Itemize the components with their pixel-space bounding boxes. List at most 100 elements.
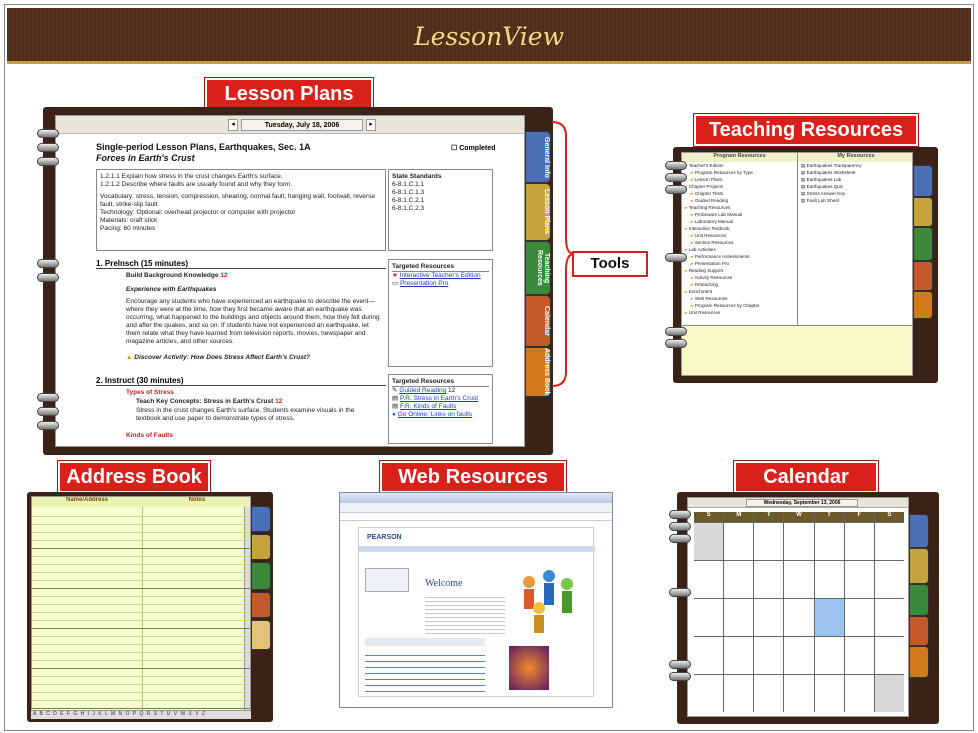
address-row[interactable] — [32, 653, 250, 661]
tab-calendar[interactable] — [251, 592, 271, 618]
address-row[interactable] — [32, 525, 250, 533]
address-row[interactable] — [32, 557, 250, 565]
tab-general-info[interactable] — [913, 165, 933, 197]
calendar-day-cell[interactable] — [754, 637, 784, 674]
news-links[interactable] — [365, 650, 485, 694]
targeted2-item-2[interactable]: ▤ P.R. Stress in Earth's Crust — [392, 395, 489, 403]
program-resource-item[interactable]: ▰ Web Resources — [682, 295, 797, 302]
my-resource-item[interactable]: ▤ Earthquakes Worksheet — [798, 169, 912, 176]
program-resource-item[interactable]: ▰ Guided Reading — [682, 197, 797, 204]
my-resource-item[interactable]: ▤ Stress Answer Key — [798, 190, 912, 197]
tab-lesson-plans[interactable]: Lesson Plans — [525, 183, 551, 241]
discover-activity[interactable]: ▲ Discover Activity: How Does Stress Aff… — [126, 354, 310, 362]
address-row[interactable] — [32, 677, 250, 685]
address-row[interactable] — [32, 693, 250, 701]
tab-address-book[interactable]: Address Book — [525, 347, 551, 397]
address-row[interactable] — [32, 645, 250, 653]
program-resource-item[interactable]: ▰ Reading Support — [682, 267, 797, 274]
my-resource-item[interactable]: ▤ Fault Lab Sheet — [798, 197, 912, 204]
my-resource-item[interactable]: ▤ Earthquakes Transparency — [798, 162, 912, 169]
calendar-day-cell[interactable] — [694, 561, 724, 598]
program-resource-item[interactable]: ▰ Laboratory Manual — [682, 218, 797, 225]
tab-address-book[interactable] — [251, 620, 271, 650]
address-row[interactable] — [32, 597, 250, 605]
program-resource-item[interactable]: ▰ Activity Resources — [682, 274, 797, 281]
tab-general-info[interactable] — [909, 514, 929, 548]
calendar-day-cell[interactable] — [844, 637, 874, 674]
calendar-day-cell[interactable] — [814, 675, 844, 712]
address-row[interactable] — [32, 533, 250, 541]
program-resource-item[interactable]: ▰ Chapter Tests — [682, 190, 797, 197]
tab-teaching-resources[interactable]: Teaching Resources — [525, 241, 551, 295]
program-resource-item[interactable]: ▰ Lab Activities — [682, 246, 797, 253]
address-row[interactable] — [32, 565, 250, 573]
program-resource-item[interactable]: ▰ Unit Resources — [682, 232, 797, 239]
calendar-day-cell[interactable] — [784, 561, 814, 598]
address-row[interactable] — [32, 661, 250, 669]
address-row[interactable] — [32, 701, 250, 709]
address-row[interactable] — [32, 509, 250, 517]
address-row[interactable] — [32, 581, 250, 589]
program-resource-item[interactable]: ▰ Teaching Resources — [682, 204, 797, 211]
completed-checkbox[interactable]: ☐ Completed — [451, 144, 495, 152]
targeted1-item-1[interactable]: ★ Interactive Teacher's Edition — [392, 272, 489, 280]
calendar-day-cell[interactable] — [724, 599, 754, 636]
program-resource-item[interactable]: ▰ Probeware Lab Manual — [682, 211, 797, 218]
program-resource-item[interactable]: ▰ Section Resources — [682, 239, 797, 246]
my-resource-item[interactable]: ▤ Earthquakes Quiz — [798, 183, 912, 190]
alphabet-index[interactable]: A B C D E F G H I J K L M N O P Q R S T … — [31, 711, 251, 719]
web-tabs[interactable] — [365, 638, 485, 646]
program-resource-item[interactable]: ▰ Reteaching — [682, 281, 797, 288]
calendar-day-cell[interactable] — [784, 675, 814, 712]
calendar-day-cell[interactable] — [844, 675, 874, 712]
targeted2-item-4[interactable]: ● Go Online: Links on faults — [392, 411, 489, 419]
tab-address-book[interactable] — [913, 291, 933, 319]
calendar-day-cell[interactable] — [874, 561, 904, 598]
tab-calendar[interactable] — [913, 261, 933, 291]
browser-address-bar[interactable] — [340, 513, 612, 521]
calendar-day-cell[interactable] — [844, 523, 874, 560]
program-resource-item[interactable]: ▰ Presentation Pro — [682, 260, 797, 267]
address-row[interactable] — [32, 637, 250, 645]
prev-day-button[interactable]: ◂ — [228, 119, 238, 131]
program-resource-item[interactable]: ▰ Unit Resources — [682, 309, 797, 316]
tab-calendar[interactable]: Calendar — [525, 295, 551, 347]
program-resource-item[interactable]: ▰ Program Resources by Type — [682, 169, 797, 176]
tab-teaching-resources[interactable] — [909, 584, 929, 616]
tab-lesson-plans[interactable] — [909, 548, 929, 584]
next-day-button[interactable]: ▸ — [366, 119, 376, 131]
targeted1-item-2[interactable]: ▭ Presentation Pro — [392, 280, 489, 288]
tab-lesson-plans[interactable] — [251, 534, 271, 560]
calendar-day-cell[interactable] — [694, 637, 724, 674]
calendar-day-cell[interactable] — [814, 599, 844, 636]
calendar-day-cell[interactable] — [754, 599, 784, 636]
address-row[interactable] — [32, 573, 250, 581]
tab-general-info[interactable]: General Info — [525, 131, 551, 183]
tab-lesson-plans[interactable] — [913, 197, 933, 227]
address-row[interactable] — [32, 669, 250, 677]
calendar-day-cell[interactable] — [784, 599, 814, 636]
address-row[interactable] — [32, 541, 250, 549]
calendar-day-cell[interactable] — [874, 599, 904, 636]
calendar-day-cell[interactable] — [874, 523, 904, 560]
calendar-day-cell[interactable] — [694, 675, 724, 712]
address-row[interactable] — [32, 613, 250, 621]
tab-teaching-resources[interactable] — [913, 227, 933, 261]
program-resource-item[interactable]: ▰ Chapter Projects — [682, 183, 797, 190]
tab-teaching-resources[interactable] — [251, 562, 271, 590]
login-box[interactable] — [365, 568, 409, 592]
calendar-day-cell[interactable] — [844, 599, 874, 636]
calendar-day-cell[interactable] — [724, 637, 754, 674]
calendar-day-cell[interactable] — [754, 675, 784, 712]
program-resource-item[interactable]: ▰ Lesson Plans — [682, 176, 797, 183]
address-row[interactable] — [32, 589, 250, 597]
browser-toolbar[interactable] — [340, 503, 612, 513]
address-row[interactable] — [32, 685, 250, 693]
calendar-day-cell[interactable] — [754, 561, 784, 598]
program-resource-item[interactable]: ▰ Teacher's Edition — [682, 162, 797, 169]
tab-calendar[interactable] — [909, 616, 929, 646]
address-row[interactable] — [32, 629, 250, 637]
notes-pane[interactable] — [682, 325, 912, 375]
calendar-day-cell[interactable] — [694, 599, 724, 636]
calendar-day-cell[interactable] — [874, 637, 904, 674]
